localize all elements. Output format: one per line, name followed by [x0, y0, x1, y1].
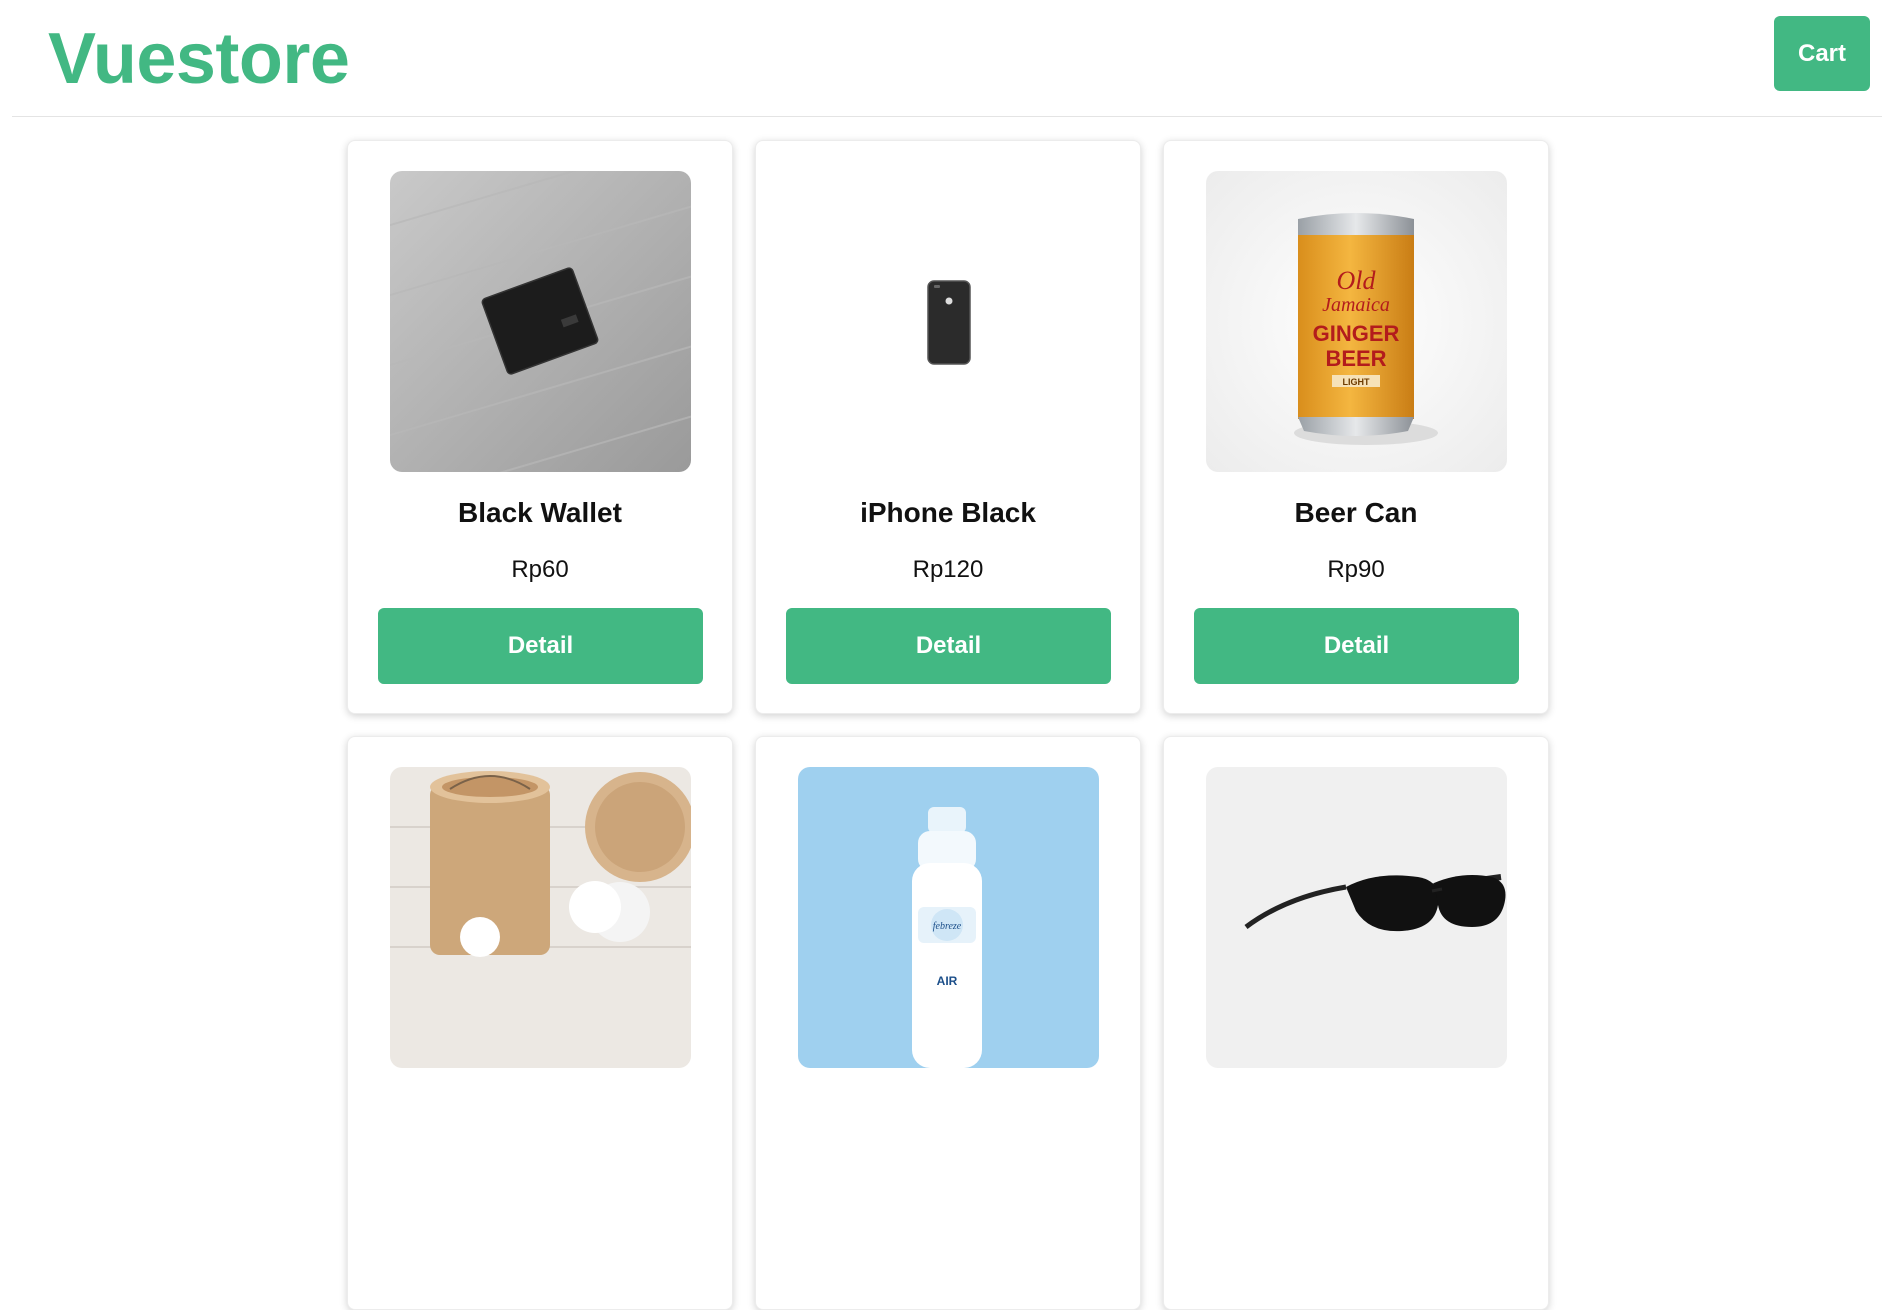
svg-text:LIGHT: LIGHT — [1343, 377, 1370, 387]
svg-text:GINGER: GINGER — [1313, 321, 1400, 346]
product-name: Beer Can — [1294, 497, 1418, 528]
product-image-air-freshener[interactable]: febreze AIR — [798, 767, 1099, 1068]
product-card: Black Wallet Rp60 Detail — [347, 140, 733, 714]
detail-button[interactable]: Detail — [1194, 608, 1519, 684]
product-name: iPhone Black — [860, 497, 1036, 528]
product-image-wallet[interactable] — [390, 171, 691, 472]
product-card: iPhone Black Rp120 Detail — [755, 140, 1141, 714]
product-image-iphone[interactable] — [798, 171, 1099, 472]
product-image-bamboo-container[interactable] — [390, 767, 691, 1068]
svg-text:AIR: AIR — [937, 974, 958, 988]
svg-text:Jamaica: Jamaica — [1322, 294, 1390, 316]
product-price: Rp90 — [1327, 556, 1385, 583]
brand-logo[interactable]: Vuestore — [48, 18, 350, 100]
svg-text:BEER: BEER — [1325, 346, 1386, 371]
product-price: Rp120 — [912, 556, 984, 583]
product-price: Rp60 — [511, 556, 569, 583]
product-card: Old Jamaica GINGER BEER LIGHT Beer Can R… — [1163, 140, 1549, 714]
product-grid: Black Wallet Rp60 Detail iPhone Black Rp… — [347, 140, 1549, 1310]
product-card: febreze AIR — [755, 736, 1141, 1310]
top-header: Vuestore Cart — [12, 0, 1882, 117]
product-image-sunglasses[interactable] — [1206, 767, 1507, 1068]
svg-text:febreze: febreze — [933, 921, 962, 932]
product-image-beer-can[interactable]: Old Jamaica GINGER BEER LIGHT — [1206, 171, 1507, 472]
svg-text:Old: Old — [1337, 266, 1377, 295]
product-card — [1163, 736, 1549, 1310]
detail-button[interactable]: Detail — [378, 608, 703, 684]
product-card — [347, 736, 733, 1310]
cart-button[interactable]: Cart — [1774, 16, 1870, 91]
detail-button[interactable]: Detail — [786, 608, 1111, 684]
product-name: Black Wallet — [458, 497, 622, 528]
